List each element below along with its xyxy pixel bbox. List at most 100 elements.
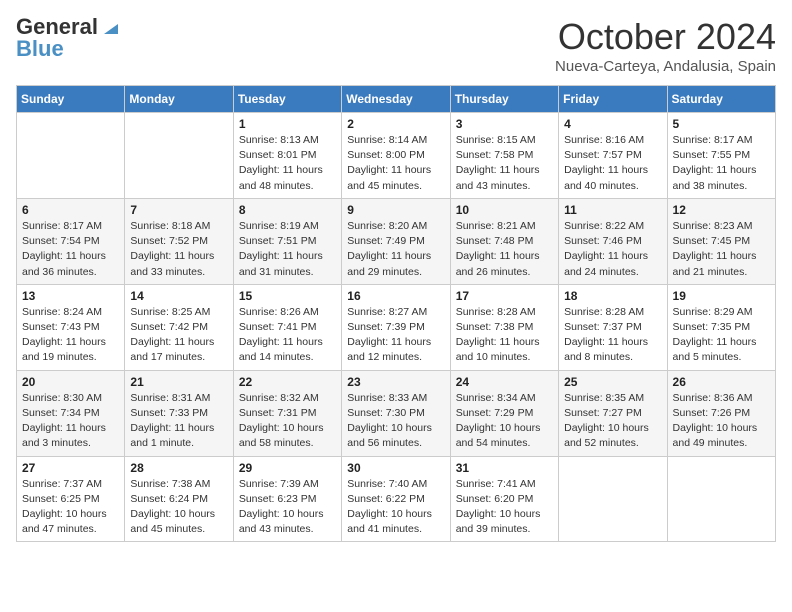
cell-info-text: Sunrise: 8:15 AMSunset: 7:58 PMDaylight:… [456, 133, 553, 194]
calendar-cell: 24 Sunrise: 8:34 AMSunset: 7:29 PMDayligh… [450, 370, 558, 456]
calendar-cell: 21 Sunrise: 8:31 AMSunset: 7:33 PMDayligh… [125, 370, 233, 456]
cell-info-text: Sunrise: 8:30 AMSunset: 7:34 PMDaylight:… [22, 391, 119, 452]
cell-day-number: 9 [347, 203, 444, 217]
calendar-cell: 28Sunrise: 7:38 AMSunset: 6:24 PMDayligh… [125, 456, 233, 542]
cell-info-text: Sunrise: 8:20 AMSunset: 7:49 PMDaylight:… [347, 219, 444, 280]
cell-day-number: 17 [456, 289, 553, 303]
cell-day-number: 26 [673, 375, 770, 389]
calendar-cell: 11 Sunrise: 8:22 AMSunset: 7:46 PMDayligh… [559, 198, 667, 284]
calendar-cell: 16Sunrise: 8:27 AMSunset: 7:39 PMDayligh… [342, 284, 450, 370]
calendar-cell [667, 456, 775, 542]
month-title: October 2024 [555, 16, 776, 58]
cell-day-number: 31 [456, 461, 553, 475]
cell-info-text: Sunrise: 8:18 AMSunset: 7:52 PMDaylight:… [130, 219, 227, 280]
calendar-cell: 22Sunrise: 8:32 AMSunset: 7:31 PMDayligh… [233, 370, 341, 456]
cell-info-text: Sunrise: 8:14 AMSunset: 8:00 PMDaylight:… [347, 133, 444, 194]
cell-info-text: Sunrise: 8:36 AMSunset: 7:26 PMDaylight:… [673, 391, 770, 452]
calendar-week-row: 20 Sunrise: 8:30 AMSunset: 7:34 PMDayligh… [17, 370, 776, 456]
logo: General Blue [16, 16, 122, 60]
calendar-cell: 20 Sunrise: 8:30 AMSunset: 7:34 PMDayligh… [17, 370, 125, 456]
cell-day-number: 10 [456, 203, 553, 217]
cell-info-text: Sunrise: 8:19 AMSunset: 7:51 PMDaylight:… [239, 219, 336, 280]
cell-info-text: Sunrise: 7:37 AMSunset: 6:25 PMDaylight:… [22, 477, 119, 538]
calendar-cell: 27Sunrise: 7:37 AMSunset: 6:25 PMDayligh… [17, 456, 125, 542]
cell-info-text: Sunrise: 7:40 AMSunset: 6:22 PMDaylight:… [347, 477, 444, 538]
calendar-cell: 26 Sunrise: 8:36 AMSunset: 7:26 PMDayligh… [667, 370, 775, 456]
weekday-header-monday: Monday [125, 86, 233, 113]
cell-info-text: Sunrise: 8:13 AMSunset: 8:01 PMDaylight:… [239, 133, 336, 194]
cell-info-text: Sunrise: 7:41 AMSunset: 6:20 PMDaylight:… [456, 477, 553, 538]
cell-info-text: Sunrise: 8:26 AMSunset: 7:41 PMDaylight:… [239, 305, 336, 366]
cell-day-number: 13 [22, 289, 119, 303]
calendar-cell: 2 Sunrise: 8:14 AMSunset: 8:00 PMDaylight… [342, 113, 450, 199]
weekday-header-saturday: Saturday [667, 86, 775, 113]
calendar-cell: 3 Sunrise: 8:15 AMSunset: 7:58 PMDaylight… [450, 113, 558, 199]
logo-blue-text: Blue [16, 38, 64, 60]
cell-info-text: Sunrise: 8:28 AMSunset: 7:38 PMDaylight:… [456, 305, 553, 366]
cell-day-number: 6 [22, 203, 119, 217]
logo-icon [100, 16, 122, 38]
calendar-cell: 29Sunrise: 7:39 AMSunset: 6:23 PMDayligh… [233, 456, 341, 542]
calendar-week-row: 13 Sunrise: 8:24 AMSunset: 7:43 PMDayligh… [17, 284, 776, 370]
calendar-cell: 13 Sunrise: 8:24 AMSunset: 7:43 PMDayligh… [17, 284, 125, 370]
calendar-cell: 14 Sunrise: 8:25 AMSunset: 7:42 PMDayligh… [125, 284, 233, 370]
cell-day-number: 1 [239, 117, 336, 131]
cell-day-number: 24 [456, 375, 553, 389]
calendar-week-row: 27Sunrise: 7:37 AMSunset: 6:25 PMDayligh… [17, 456, 776, 542]
calendar-cell: 25 Sunrise: 8:35 AMSunset: 7:27 PMDayligh… [559, 370, 667, 456]
cell-day-number: 16 [347, 289, 444, 303]
cell-info-text: Sunrise: 8:21 AMSunset: 7:48 PMDaylight:… [456, 219, 553, 280]
cell-info-text: Sunrise: 8:23 AMSunset: 7:45 PMDaylight:… [673, 219, 770, 280]
cell-info-text: Sunrise: 8:29 AMSunset: 7:35 PMDaylight:… [673, 305, 770, 366]
calendar-cell: 7 Sunrise: 8:18 AMSunset: 7:52 PMDaylight… [125, 198, 233, 284]
calendar-cell [17, 113, 125, 199]
cell-info-text: Sunrise: 8:35 AMSunset: 7:27 PMDaylight:… [564, 391, 661, 452]
calendar-cell: 15 Sunrise: 8:26 AMSunset: 7:41 PMDayligh… [233, 284, 341, 370]
cell-info-text: Sunrise: 8:25 AMSunset: 7:42 PMDaylight:… [130, 305, 227, 366]
cell-day-number: 19 [673, 289, 770, 303]
cell-info-text: Sunrise: 8:17 AMSunset: 7:54 PMDaylight:… [22, 219, 119, 280]
cell-day-number: 20 [22, 375, 119, 389]
cell-day-number: 23 [347, 375, 444, 389]
weekday-header-friday: Friday [559, 86, 667, 113]
title-area: October 2024 Nueva-Carteya, Andalusia, S… [555, 16, 776, 75]
cell-day-number: 18 [564, 289, 661, 303]
calendar-cell: 30 Sunrise: 7:40 AMSunset: 6:22 PMDayligh… [342, 456, 450, 542]
cell-info-text: Sunrise: 8:22 AMSunset: 7:46 PMDaylight:… [564, 219, 661, 280]
cell-info-text: Sunrise: 8:32 AMSunset: 7:31 PMDaylight:… [239, 391, 336, 452]
cell-info-text: Sunrise: 8:28 AMSunset: 7:37 PMDaylight:… [564, 305, 661, 366]
cell-info-text: Sunrise: 8:24 AMSunset: 7:43 PMDaylight:… [22, 305, 119, 366]
calendar-cell: 31 Sunrise: 7:41 AMSunset: 6:20 PMDayligh… [450, 456, 558, 542]
cell-day-number: 3 [456, 117, 553, 131]
cell-day-number: 11 [564, 203, 661, 217]
weekday-header-sunday: Sunday [17, 86, 125, 113]
weekday-header-row: SundayMondayTuesdayWednesdayThursdayFrid… [17, 86, 776, 113]
cell-info-text: Sunrise: 8:34 AMSunset: 7:29 PMDaylight:… [456, 391, 553, 452]
calendar-cell [125, 113, 233, 199]
calendar-cell: 4Sunrise: 8:16 AMSunset: 7:57 PMDaylight… [559, 113, 667, 199]
calendar-cell [559, 456, 667, 542]
cell-day-number: 12 [673, 203, 770, 217]
cell-day-number: 7 [130, 203, 227, 217]
cell-info-text: Sunrise: 8:31 AMSunset: 7:33 PMDaylight:… [130, 391, 227, 452]
logo-general-text: General [16, 16, 98, 38]
calendar-week-row: 1 Sunrise: 8:13 AMSunset: 8:01 PMDaylight… [17, 113, 776, 199]
cell-day-number: 30 [347, 461, 444, 475]
cell-day-number: 28 [130, 461, 227, 475]
calendar-week-row: 6 Sunrise: 8:17 AMSunset: 7:54 PMDaylight… [17, 198, 776, 284]
cell-info-text: Sunrise: 8:17 AMSunset: 7:55 PMDaylight:… [673, 133, 770, 194]
cell-day-number: 25 [564, 375, 661, 389]
cell-day-number: 14 [130, 289, 227, 303]
calendar-cell: 9 Sunrise: 8:20 AMSunset: 7:49 PMDaylight… [342, 198, 450, 284]
cell-day-number: 21 [130, 375, 227, 389]
cell-day-number: 15 [239, 289, 336, 303]
calendar-cell: 5Sunrise: 8:17 AMSunset: 7:55 PMDaylight… [667, 113, 775, 199]
cell-day-number: 2 [347, 117, 444, 131]
cell-info-text: Sunrise: 8:16 AMSunset: 7:57 PMDaylight:… [564, 133, 661, 194]
calendar-cell: 12 Sunrise: 8:23 AMSunset: 7:45 PMDayligh… [667, 198, 775, 284]
calendar-cell: 6 Sunrise: 8:17 AMSunset: 7:54 PMDaylight… [17, 198, 125, 284]
cell-info-text: Sunrise: 7:39 AMSunset: 6:23 PMDaylight:… [239, 477, 336, 538]
weekday-header-thursday: Thursday [450, 86, 558, 113]
calendar-cell: 1 Sunrise: 8:13 AMSunset: 8:01 PMDaylight… [233, 113, 341, 199]
cell-day-number: 8 [239, 203, 336, 217]
